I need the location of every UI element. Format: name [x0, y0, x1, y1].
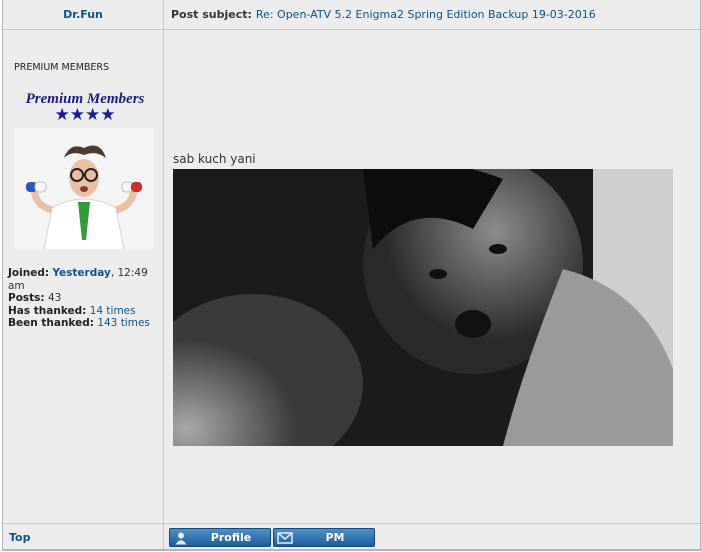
pm-button[interactable]: PM	[273, 528, 375, 547]
joined-time: , 12:49	[110, 267, 148, 279]
author-profile-details: Joined: Yesterday, 12:49 am Posts: 43 Ha…	[8, 267, 158, 330]
has-thanked-link[interactable]: 14 times	[90, 305, 136, 317]
post-subject-label: Post subject:	[171, 8, 252, 21]
profile-button-label: Profile	[210, 531, 252, 544]
been-thanked-label: Been thanked:	[8, 317, 94, 329]
joined-value: Yesterday	[52, 267, 111, 279]
has-thanked-label: Has thanked:	[8, 304, 87, 317]
pm-button-label: PM	[325, 531, 345, 544]
post-subject-link[interactable]: Re: Open-ATV 5.2 Enigma2 Spring Edition …	[256, 8, 596, 21]
envelope-icon	[274, 529, 296, 546]
post-body-text: sab kuch yani	[173, 152, 256, 166]
avatar[interactable]	[14, 128, 154, 250]
post-subject: Post subject: Re: Open-ATV 5.2 Enigma2 S…	[171, 0, 596, 29]
column-divider	[163, 0, 164, 549]
posts-label: Posts:	[8, 292, 45, 304]
post-container: Dr.Fun Post subject: Re: Open-ATV 5.2 En…	[2, 0, 701, 551]
joined-ampm: am	[8, 279, 25, 292]
posts-value: 43	[47, 292, 62, 304]
post-author-name[interactable]: Dr.Fun	[3, 0, 163, 29]
rank-stars: ★★★★	[55, 105, 116, 124]
footer-divider	[3, 523, 700, 524]
header-divider	[3, 29, 700, 30]
joined-label: Joined:	[8, 267, 50, 279]
top-link[interactable]: Top	[9, 531, 30, 544]
post-image[interactable]	[173, 169, 673, 446]
been-thanked-link[interactable]: 143 times	[97, 317, 150, 329]
rank-badge-image: Premium Members ★★★★	[26, 91, 145, 124]
user-icon	[170, 529, 192, 546]
profile-button[interactable]: Profile	[169, 528, 271, 547]
rank-title: PREMIUM MEMBERS	[14, 62, 110, 73]
